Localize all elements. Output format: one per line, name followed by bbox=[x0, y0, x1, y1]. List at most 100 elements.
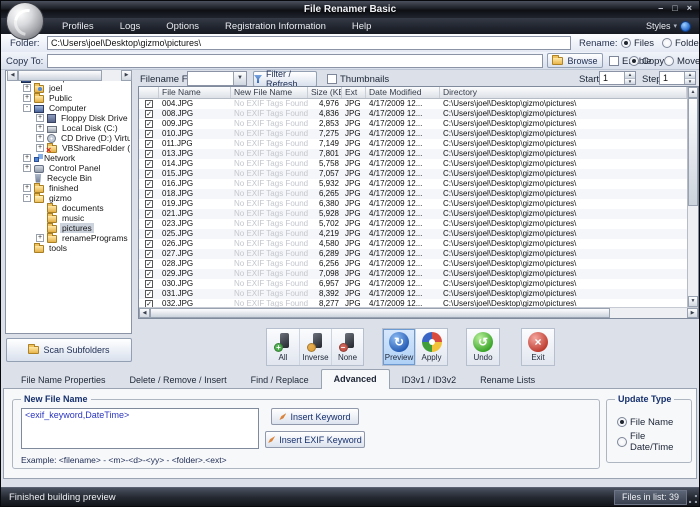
maximize-button[interactable]: □ bbox=[672, 2, 677, 15]
table-row[interactable]: ✓027.JPGNo EXIF Tags Found6,289JPG4/17/2… bbox=[139, 249, 687, 259]
column-header-date-modified[interactable]: Date Modified bbox=[366, 87, 440, 98]
tab-rename-lists[interactable]: Rename Lists bbox=[468, 372, 547, 389]
scroll-up-icon[interactable]: ▲ bbox=[688, 87, 698, 98]
row-checkbox[interactable]: ✓ bbox=[145, 240, 153, 248]
tab-file-name-properties[interactable]: File Name Properties bbox=[9, 372, 118, 389]
row-checkbox[interactable]: ✓ bbox=[145, 180, 153, 188]
spinner-buttons[interactable]: ▲▼ bbox=[624, 72, 635, 84]
tree-item-joel[interactable]: +joel bbox=[8, 83, 130, 93]
insert-keyword-button[interactable]: Insert Keyword bbox=[271, 408, 359, 425]
update-type-file-datetime-radio[interactable]: File Date/Time bbox=[617, 436, 691, 448]
table-row[interactable]: ✓023.JPGNo EXIF Tags Found5,702JPG4/17/2… bbox=[139, 219, 687, 229]
scrollbar-thumb[interactable] bbox=[18, 70, 102, 81]
filename-filter-combobox[interactable]: ▼ bbox=[187, 71, 247, 86]
row-checkbox[interactable]: ✓ bbox=[145, 100, 153, 108]
table-row[interactable]: ✓032.JPGNo EXIF Tags Found8,277JPG4/17/2… bbox=[139, 299, 687, 307]
column-header-new-file-name[interactable]: New File Name bbox=[231, 87, 308, 98]
tree-expand-toggle-icon[interactable]: - bbox=[23, 194, 31, 202]
table-row[interactable]: ✓029.JPGNo EXIF Tags Found7,098JPG4/17/2… bbox=[139, 269, 687, 279]
tree-item-renameprograms[interactable]: +renamePrograms bbox=[8, 233, 130, 243]
scroll-right-icon[interactable]: ▶ bbox=[687, 308, 698, 318]
column-header-checkbox[interactable] bbox=[139, 87, 159, 98]
tree-horizontal-scrollbar[interactable]: ◀ ▶ bbox=[7, 70, 132, 81]
table-row[interactable]: ✓014.JPGNo EXIF Tags Found5,758JPG4/17/2… bbox=[139, 159, 687, 169]
tree-item-local-disk-c[interactable]: +Local Disk (C:) bbox=[8, 123, 130, 133]
tree-item-finished[interactable]: +finished bbox=[8, 183, 130, 193]
table-row[interactable]: ✓010.JPGNo EXIF Tags Found7,275JPG4/17/2… bbox=[139, 129, 687, 139]
table-row[interactable]: ✓013.JPGNo EXIF Tags Found7,801JPG4/17/2… bbox=[139, 149, 687, 159]
row-checkbox[interactable]: ✓ bbox=[145, 170, 153, 178]
column-header-directory[interactable]: Directory bbox=[440, 87, 687, 98]
table-horizontal-scrollbar[interactable]: ◀ ▶ bbox=[139, 307, 698, 318]
scan-subfolders-button[interactable]: Scan Subfolders bbox=[6, 338, 132, 362]
table-row[interactable]: ✓016.JPGNo EXIF Tags Found5,932JPG4/17/2… bbox=[139, 179, 687, 189]
row-checkbox[interactable]: ✓ bbox=[145, 270, 153, 278]
row-checkbox[interactable]: ✓ bbox=[145, 120, 153, 128]
tab-id3v1-id3v2[interactable]: ID3v1 / ID3v2 bbox=[390, 372, 469, 389]
table-row[interactable]: ✓021.JPGNo EXIF Tags Found5,928JPG4/17/2… bbox=[139, 209, 687, 219]
row-checkbox[interactable]: ✓ bbox=[145, 200, 153, 208]
scrollbar-thumb[interactable] bbox=[688, 98, 698, 206]
tree-expand-toggle-icon[interactable]: + bbox=[23, 94, 31, 102]
tree-expand-toggle-icon[interactable]: + bbox=[36, 124, 44, 132]
tree-expand-toggle-icon[interactable]: + bbox=[36, 114, 44, 122]
browse-button[interactable]: Browse bbox=[547, 53, 603, 68]
row-checkbox[interactable]: ✓ bbox=[145, 300, 153, 307]
step-spinner[interactable]: 1 ▲▼ bbox=[659, 71, 696, 85]
start-spinner[interactable]: 1 ▲▼ bbox=[599, 71, 636, 85]
move-radio[interactable]: Move bbox=[664, 55, 700, 67]
table-row[interactable]: ✓025.JPGNo EXIF Tags Found4,219JPG4/17/2… bbox=[139, 229, 687, 239]
filter-refresh-button[interactable]: Filter / Refresh bbox=[253, 71, 317, 87]
resize-grip[interactable] bbox=[689, 495, 697, 503]
new-file-name-input[interactable]: <exif_keyword,DateTime> bbox=[21, 408, 259, 449]
menu-item-registration-information[interactable]: Registration Information bbox=[212, 18, 339, 34]
table-row[interactable]: ✓028.JPGNo EXIF Tags Found6,256JPG4/17/2… bbox=[139, 259, 687, 269]
row-checkbox[interactable]: ✓ bbox=[145, 110, 153, 118]
scroll-left-icon[interactable]: ◀ bbox=[139, 308, 150, 318]
rename-files-radio[interactable]: Files bbox=[621, 37, 654, 49]
column-header-ext[interactable]: Ext bbox=[342, 87, 366, 98]
inverse-button[interactable]: Inverse bbox=[299, 329, 331, 365]
scroll-left-icon[interactable]: ◀ bbox=[7, 70, 18, 81]
row-checkbox[interactable]: ✓ bbox=[145, 140, 153, 148]
update-type-file-name-radio[interactable]: File Name bbox=[617, 416, 673, 428]
undo-button[interactable]: ↺Undo bbox=[467, 329, 499, 365]
folder-input[interactable] bbox=[47, 36, 571, 50]
minimize-button[interactable]: – bbox=[658, 2, 663, 15]
tree-item-recycle-bin[interactable]: Recycle Bin bbox=[8, 173, 130, 183]
table-vertical-scrollbar[interactable]: ▲ ▼ bbox=[687, 87, 698, 307]
insert-exif-keyword-button[interactable]: Insert EXIF Keyword bbox=[265, 431, 365, 448]
table-row[interactable]: ✓011.JPGNo EXIF Tags Found7,149JPG4/17/2… bbox=[139, 139, 687, 149]
rename-folders-radio[interactable]: Folders bbox=[662, 37, 700, 49]
scroll-down-icon[interactable]: ▼ bbox=[688, 296, 698, 307]
table-row[interactable]: ✓008.JPGNo EXIF Tags Found4,836JPG4/17/2… bbox=[139, 109, 687, 119]
row-checkbox[interactable]: ✓ bbox=[145, 130, 153, 138]
tab-find-replace[interactable]: Find / Replace bbox=[239, 372, 321, 389]
combo-dropdown-icon[interactable]: ▼ bbox=[233, 72, 246, 85]
tree-item-music[interactable]: music bbox=[8, 213, 130, 223]
row-checkbox[interactable]: ✓ bbox=[145, 220, 153, 228]
tree-item-cd-drive-d-virtualbox-guest[interactable]: +CD Drive (D:) VirtualBox Guest bbox=[8, 133, 130, 143]
thumbnails-checkbox[interactable]: Thumbnails bbox=[327, 73, 389, 85]
tree-item-control-panel[interactable]: +Control Panel bbox=[8, 163, 130, 173]
tree-expand-toggle-icon[interactable]: + bbox=[23, 154, 31, 162]
tree-expand-toggle-icon[interactable]: + bbox=[23, 84, 31, 92]
scrollbar-thumb[interactable] bbox=[150, 308, 610, 318]
menu-item-profiles[interactable]: Profiles bbox=[49, 18, 107, 34]
row-checkbox[interactable]: ✓ bbox=[145, 280, 153, 288]
tree-item-floppy-disk-drive-a[interactable]: +Floppy Disk Drive (A:) bbox=[8, 113, 130, 123]
tree-expand-toggle-icon[interactable]: + bbox=[36, 134, 44, 142]
tree-item-gizmo[interactable]: -gizmo bbox=[8, 193, 130, 203]
table-row[interactable]: ✓004.JPGNo EXIF Tags Found4,976JPG4/17/2… bbox=[139, 99, 687, 109]
all-button[interactable]: +All bbox=[267, 329, 299, 365]
preview-button[interactable]: ↻Preview bbox=[383, 329, 415, 365]
tree-expand-toggle-icon[interactable]: + bbox=[23, 184, 31, 192]
tree-item-vbsharedfolder-vboxsvr-z[interactable]: +VBSharedFolder (\\vboxsvr) (Z bbox=[8, 143, 130, 153]
table-row[interactable]: ✓018.JPGNo EXIF Tags Found6,265JPG4/17/2… bbox=[139, 189, 687, 199]
exit-button[interactable]: ×Exit bbox=[522, 329, 554, 365]
tree-item-tools[interactable]: tools bbox=[8, 243, 130, 253]
row-checkbox[interactable]: ✓ bbox=[145, 250, 153, 258]
apply-button[interactable]: Apply bbox=[415, 329, 447, 365]
row-checkbox[interactable]: ✓ bbox=[145, 230, 153, 238]
table-header-row[interactable]: File NameNew File NameSize (KB)ExtDate M… bbox=[139, 87, 687, 99]
